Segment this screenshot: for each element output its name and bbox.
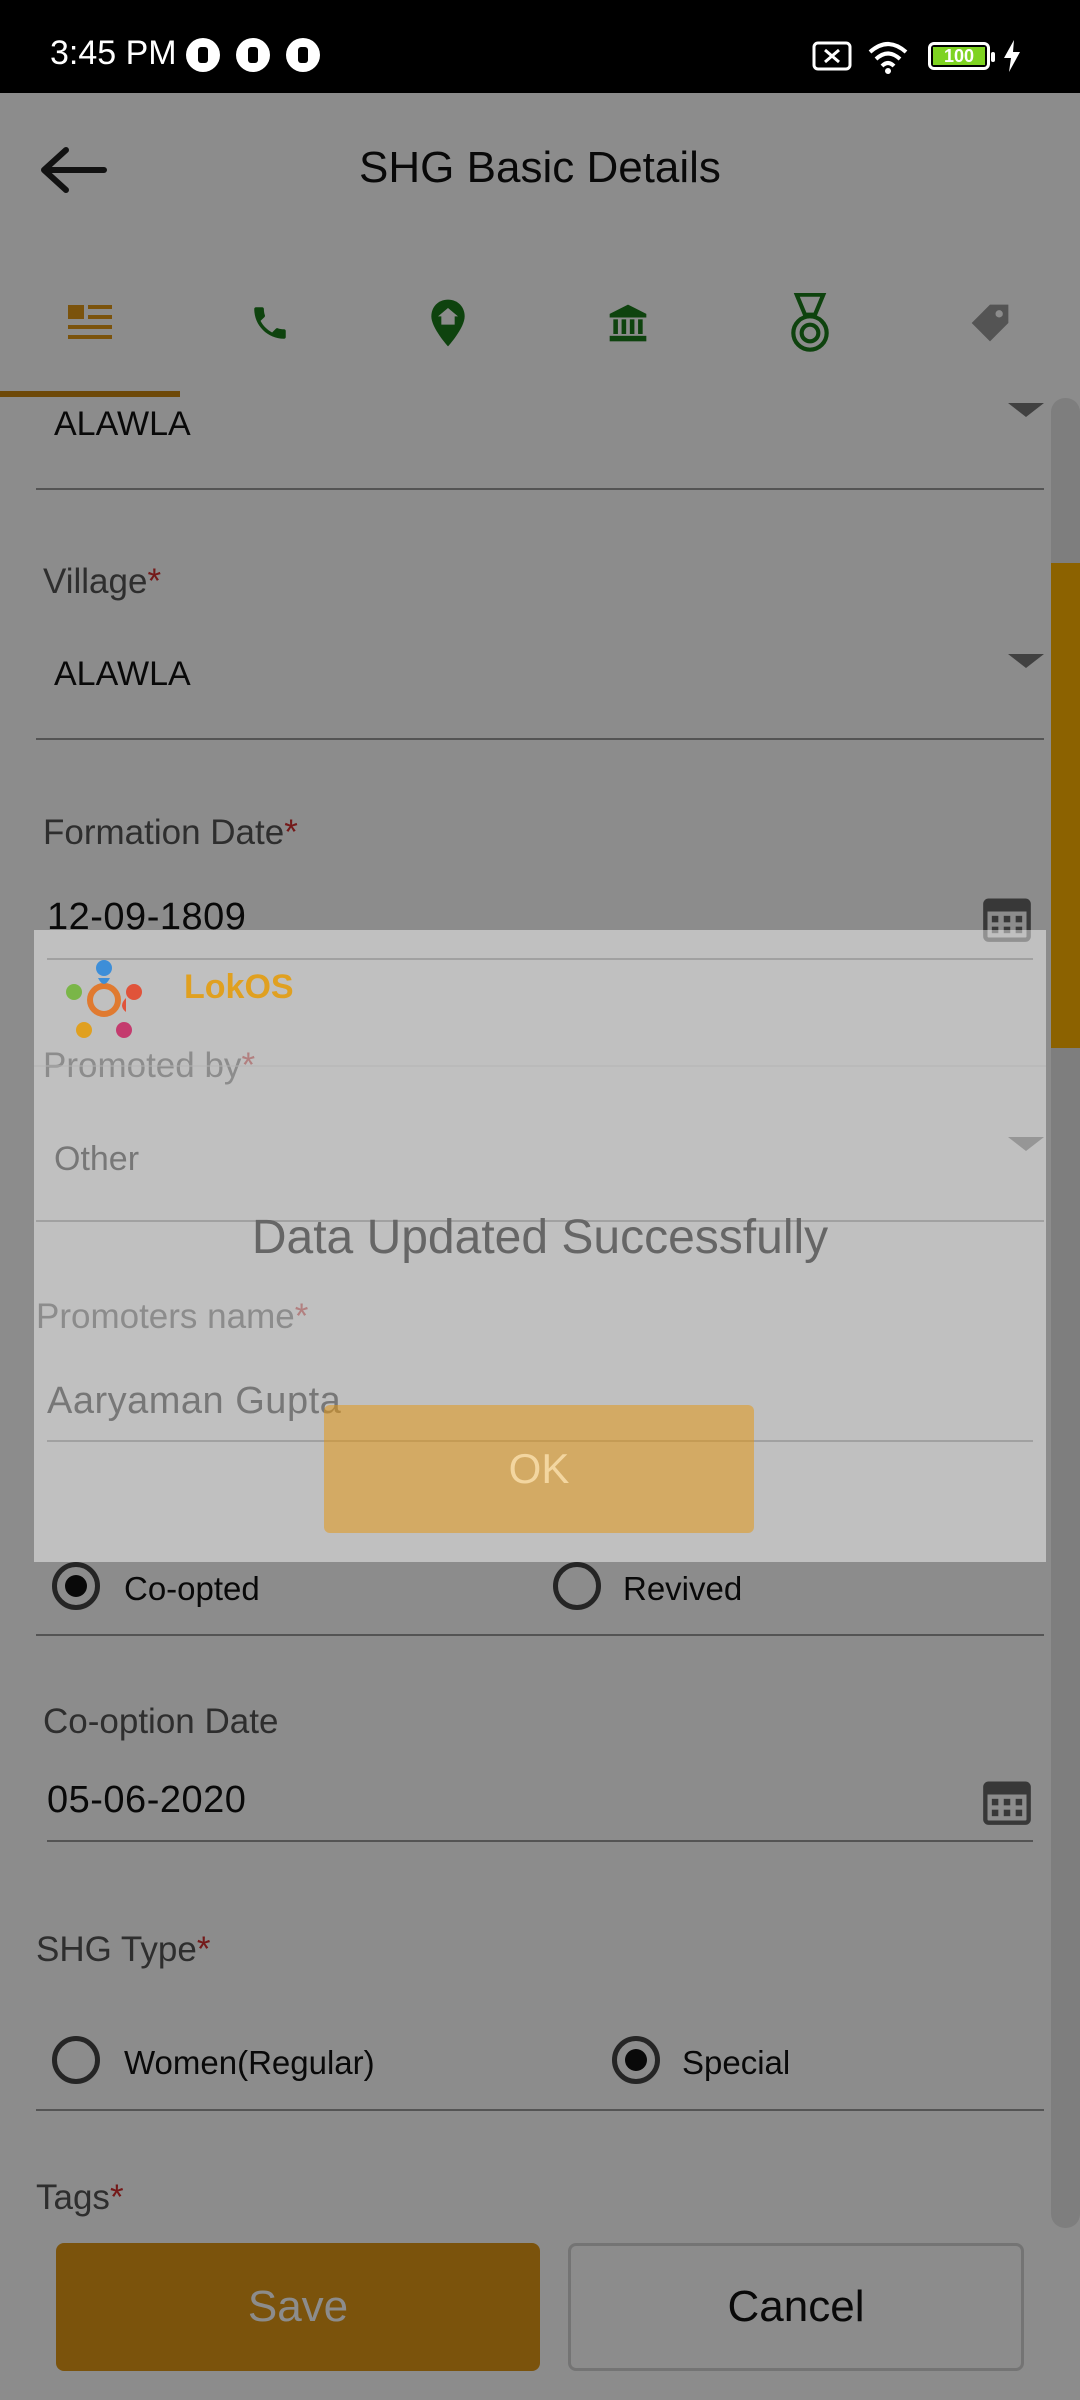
status-bar: 3:45 PM 100 <box>0 0 1080 93</box>
notification-sync-icon <box>236 38 270 72</box>
charging-icon <box>1004 40 1020 72</box>
ok-button[interactable]: OK <box>324 1405 754 1533</box>
no-sim-icon <box>812 41 852 71</box>
dialog-divider <box>34 1065 1046 1067</box>
lokos-logo-icon <box>66 960 142 1038</box>
battery-icon: 100 <box>928 42 995 70</box>
wifi-icon <box>868 42 908 74</box>
brand-name: LokOS <box>184 968 294 1006</box>
battery-level: 100 <box>933 47 985 65</box>
dialog-message: Data Updated Successfully <box>251 1211 829 1264</box>
notification-app-icon <box>186 38 220 72</box>
notification-app-icon <box>286 38 320 72</box>
status-time: 3:45 PM <box>50 34 177 72</box>
success-dialog: LokOS Data Updated Successfully OK <box>34 930 1046 1562</box>
